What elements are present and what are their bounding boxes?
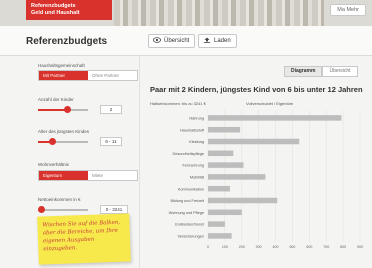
category-label: Haushaltsstoff bbox=[180, 128, 205, 132]
category-label: Gesundheitspflege bbox=[172, 152, 204, 156]
budget-bar-chart: 0 100 200 300 400 500 600 700 800 900 Nahrung Haush… bbox=[169, 110, 363, 249]
x-tick-label: 100 bbox=[222, 245, 228, 249]
category-label: Kleidung bbox=[189, 140, 204, 144]
category-label: Wohnung und Pflege bbox=[169, 211, 204, 215]
x-tick-label: 700 bbox=[323, 245, 329, 249]
x-tick-label: 900 bbox=[357, 245, 363, 249]
x-tick-label: 600 bbox=[306, 245, 312, 249]
bar bbox=[208, 138, 300, 145]
x-tick-label: 0 bbox=[207, 245, 209, 249]
bar bbox=[208, 162, 244, 168]
bar bbox=[208, 197, 278, 204]
category-label: Versicherungen bbox=[178, 234, 204, 238]
bar bbox=[208, 185, 230, 192]
bar bbox=[208, 233, 232, 239]
bar bbox=[208, 126, 241, 133]
x-tick-label: 400 bbox=[273, 245, 279, 249]
category-label: Bildung und Freizeit bbox=[170, 199, 205, 203]
category-label: Nahrung bbox=[189, 116, 204, 120]
category-label: Kommunikation bbox=[178, 187, 204, 191]
category-label: Mobilität bbox=[190, 175, 205, 179]
bar bbox=[208, 209, 242, 216]
x-tick-label: 300 bbox=[256, 245, 262, 249]
bar bbox=[208, 150, 234, 157]
bar bbox=[208, 174, 266, 180]
category-label: Fernsehrung bbox=[182, 164, 204, 168]
x-tick-label: 500 bbox=[289, 245, 295, 249]
bar bbox=[208, 221, 225, 227]
x-tick-label: 800 bbox=[340, 245, 346, 249]
category-label: Endkosten/Sonst bbox=[175, 223, 205, 227]
bar bbox=[208, 115, 342, 121]
x-tick-label: 200 bbox=[239, 245, 245, 249]
